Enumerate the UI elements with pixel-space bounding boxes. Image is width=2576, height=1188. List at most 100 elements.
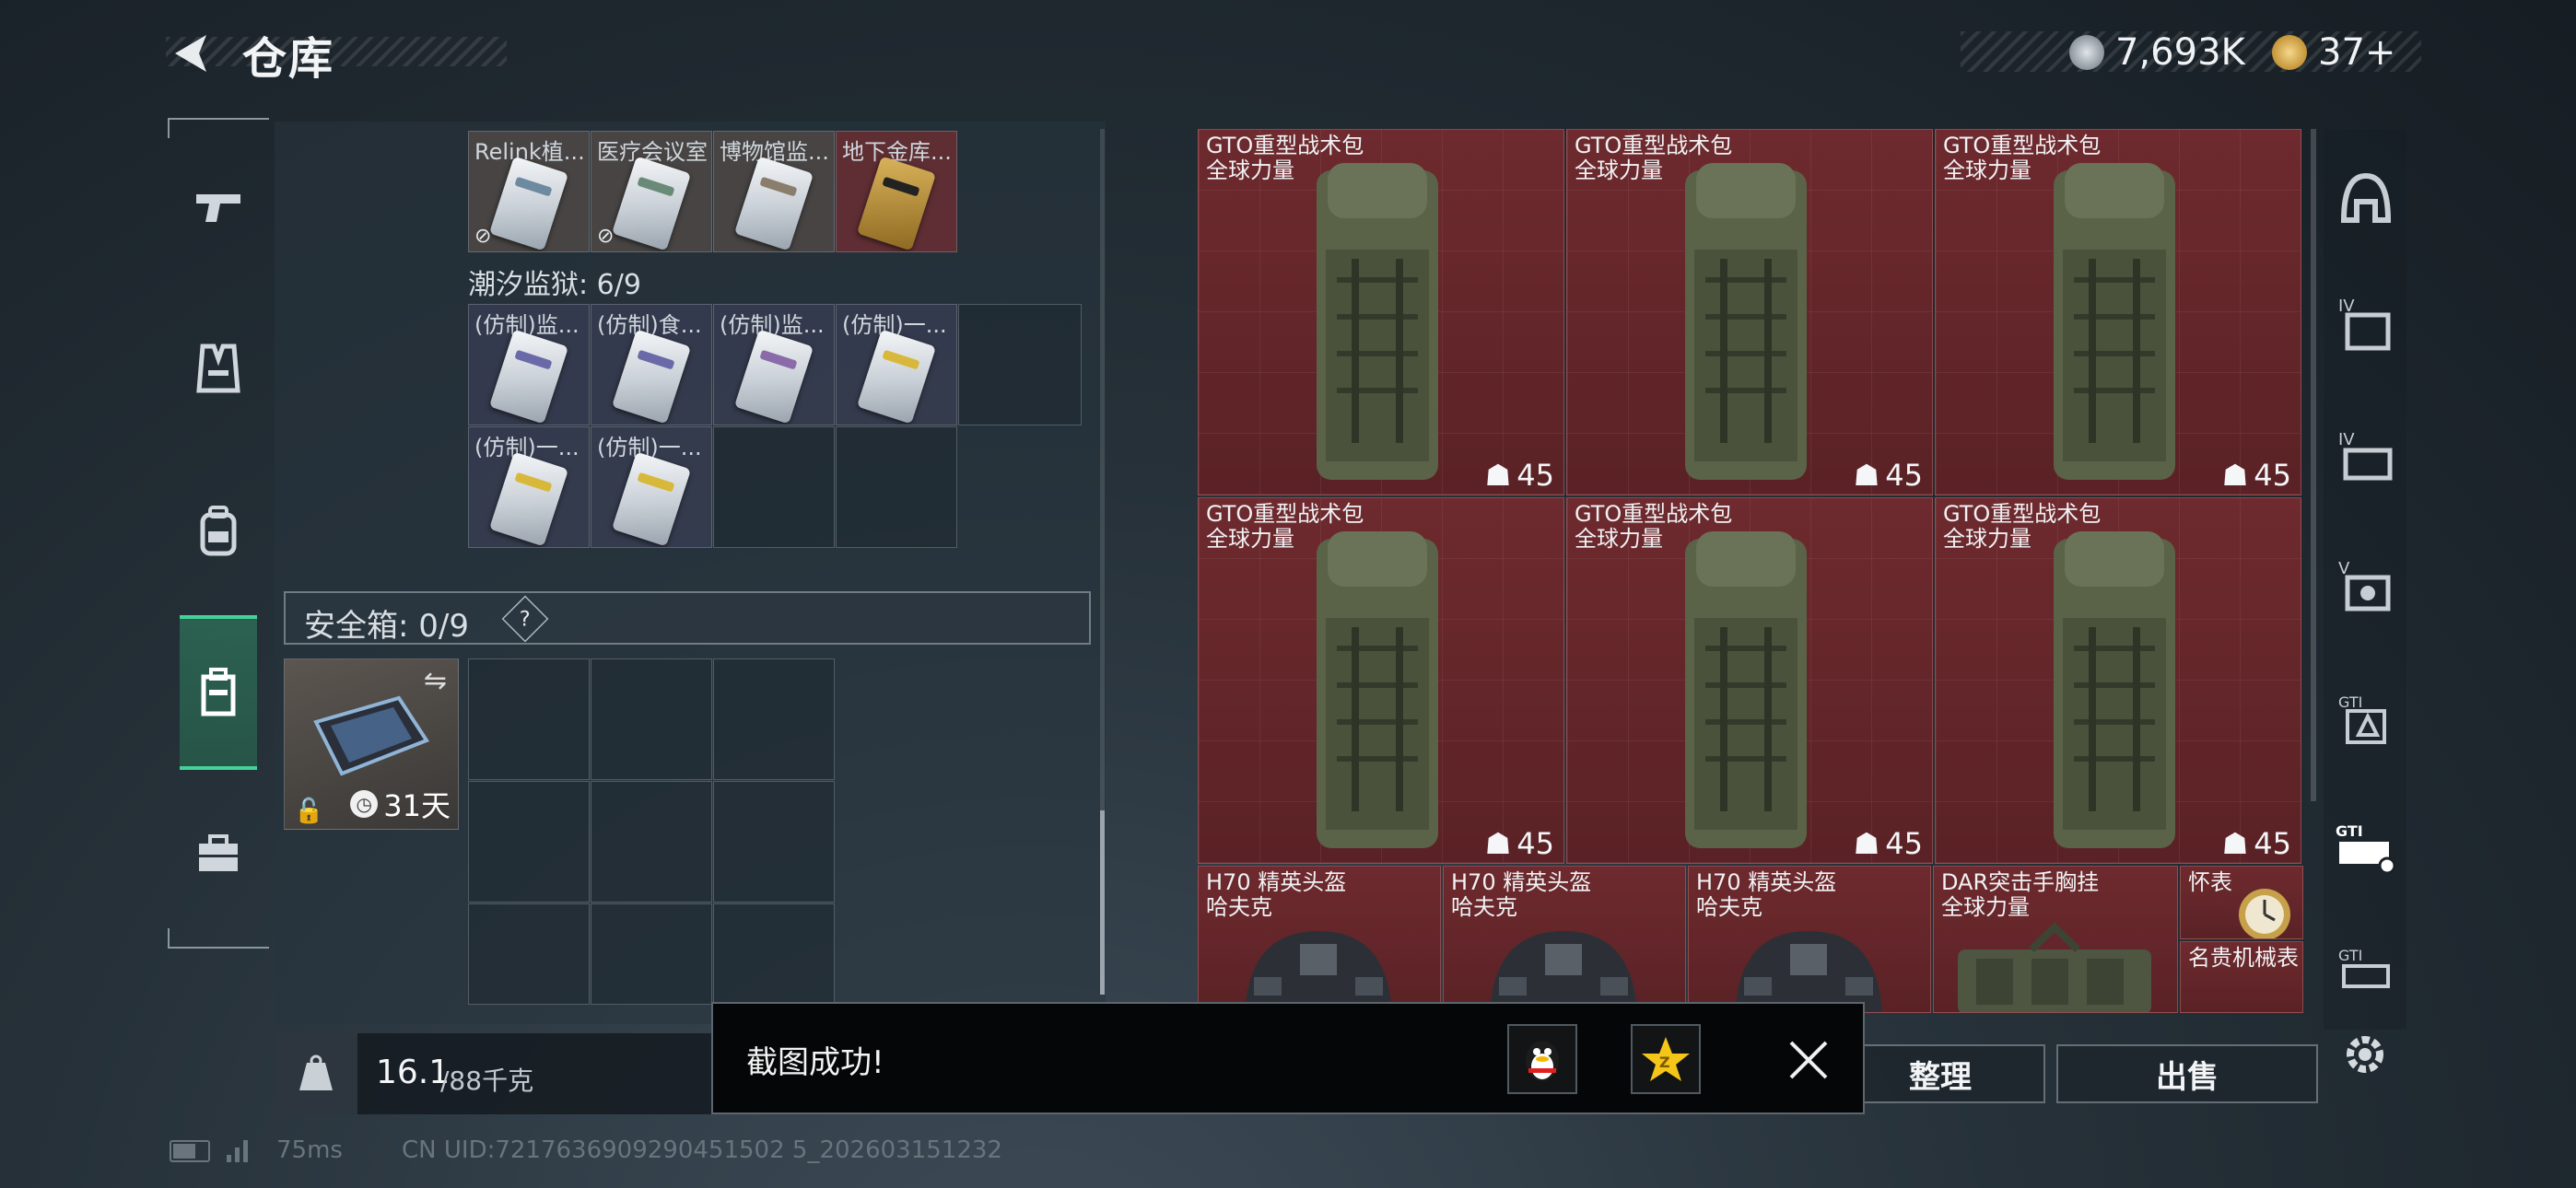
sell-button[interactable]: 出售: [2056, 1044, 2318, 1103]
swap-icon[interactable]: ⇋: [424, 665, 447, 697]
safebox-header: 安全箱: 0/9 ?: [284, 591, 1091, 645]
backpack-item[interactable]: GTO重型战术包 全球力量 ☗ 45: [1198, 129, 1564, 495]
helmet-count-icon: ☗: [1853, 826, 1880, 861]
coin-icon: [2069, 35, 2104, 70]
category-armor-v[interactable]: V: [2329, 543, 2403, 626]
clock-icon: ◷: [350, 790, 379, 818]
close-icon: [1789, 1041, 1828, 1079]
luxury-watch-item[interactable]: 名贵机械表: [2180, 941, 2303, 1013]
currency-primary[interactable]: 7,693K: [2069, 31, 2245, 74]
empty-slot[interactable]: [836, 426, 957, 548]
rig-iv-icon: IV: [2338, 430, 2393, 481]
safebox-item[interactable]: ⇋ 🔓 ◷ 31天: [284, 658, 459, 830]
nav-vest[interactable]: [180, 318, 257, 419]
armor-iv-icon: IV: [2338, 297, 2391, 351]
helmet-item[interactable]: H70 精英头盔 哈夫克: [1198, 866, 1441, 1013]
triangle-coin-icon: [2272, 35, 2307, 70]
svg-text:GTI: GTI: [2338, 693, 2362, 711]
weight-icon: [275, 1033, 357, 1114]
keycard-slot[interactable]: 医疗会议室 ⊘: [591, 131, 712, 252]
empty-slot[interactable]: [468, 903, 590, 1005]
storage-scroll-thumb[interactable]: [1100, 810, 1105, 995]
keycard-slot[interactable]: (仿制)一...: [468, 426, 590, 548]
category-gti-armor[interactable]: GTI: [2329, 677, 2403, 760]
helmet-count-icon: ☗: [1484, 826, 1512, 861]
no-bind-icon: ⊘: [474, 225, 492, 248]
keycard-icon: [488, 329, 569, 425]
qq-penguin-icon: [1526, 1041, 1559, 1081]
backpack-icon: [200, 506, 237, 556]
category-rig-iv[interactable]: IV: [2329, 414, 2403, 497]
nav-backpack[interactable]: [180, 481, 257, 582]
safebox-duration: ◷ 31天: [350, 783, 451, 825]
container-icon: [201, 668, 236, 716]
toast-message: 截图成功!: [746, 1044, 884, 1081]
backpack-item[interactable]: GTO重型战术包 全球力量 ☗ 45: [1198, 497, 1564, 864]
keycard-icon: [611, 451, 692, 547]
keycard-icon: [611, 156, 692, 251]
qzone-star-icon: Z: [1642, 1037, 1690, 1081]
back-button[interactable]: [166, 26, 221, 81]
keycard-slot[interactable]: 地下金库...: [836, 131, 957, 252]
backpack-icon: [2054, 531, 2175, 848]
category-gti-backpack[interactable]: GTI: [2329, 930, 2403, 1013]
gti-armor-icon: GTI: [2338, 693, 2386, 744]
empty-slot[interactable]: [958, 304, 1082, 425]
battery-icon: [170, 1140, 210, 1162]
nav-briefcase[interactable]: [180, 803, 257, 904]
helmet-item[interactable]: H70 精英头盔 哈夫克: [1443, 866, 1686, 1013]
safebox-title: 安全箱: 0/9: [304, 608, 469, 645]
pocket-watch-item[interactable]: 怀表: [2180, 866, 2303, 939]
vest-icon: [196, 344, 240, 393]
back-arrow-icon: [175, 35, 206, 72]
category-gti-rig[interactable]: GTI: [2329, 806, 2403, 889]
keycard-icon: [856, 329, 937, 425]
empty-slot[interactable]: [713, 658, 835, 780]
keycard-slot[interactable]: (仿制)监...: [468, 304, 590, 425]
share-qq-button[interactable]: [1507, 1024, 1577, 1094]
pistol-icon: [196, 194, 240, 222]
empty-slot[interactable]: [713, 903, 835, 1005]
share-qzone-button[interactable]: Z: [1631, 1024, 1701, 1094]
currency-secondary[interactable]: 37+: [2272, 31, 2395, 74]
keycard-slot[interactable]: (仿制)一...: [591, 426, 712, 548]
storage-scrollbar[interactable]: [1100, 129, 1105, 995]
empty-slot[interactable]: [591, 903, 712, 1005]
backpack-icon: [2054, 163, 2175, 480]
empty-slot[interactable]: [591, 781, 712, 903]
svg-text:IV: IV: [2338, 430, 2355, 449]
helmet-item[interactable]: H70 精英头盔 哈夫克: [1688, 866, 1931, 1013]
empty-slot[interactable]: [713, 426, 835, 548]
category-armor-iv[interactable]: IV: [2329, 281, 2403, 364]
keycard-slot[interactable]: Relink植... ⊘: [468, 131, 590, 252]
nav-container[interactable]: [180, 615, 257, 770]
signal-icon: [225, 1136, 252, 1168]
keycard-slot[interactable]: (仿制)一...: [836, 304, 957, 425]
keycard-slot[interactable]: 博物馆监...: [713, 131, 835, 252]
organize-button[interactable]: 整理: [1835, 1044, 2045, 1103]
nav-weapons[interactable]: [180, 157, 257, 258]
chest-rig-item[interactable]: DAR突击手胸挂 全球力量: [1933, 866, 2178, 1013]
backpack-icon: [1317, 163, 1438, 480]
keycard-slot[interactable]: (仿制)食...: [591, 304, 712, 425]
svg-text:GTI: GTI: [2336, 822, 2363, 840]
settings-button[interactable]: [2333, 1022, 2397, 1087]
item-grid-scrollbar[interactable]: [2311, 129, 2316, 801]
empty-slot[interactable]: [468, 658, 590, 780]
ping-text: 75ms: [276, 1136, 343, 1164]
keycard-slot[interactable]: (仿制)监...: [713, 304, 835, 425]
close-toast-button[interactable]: [1786, 1037, 1832, 1083]
backpack-item[interactable]: GTO重型战术包 全球力量 ☗ 45: [1935, 129, 2301, 495]
keycard-icon: [488, 156, 569, 251]
help-button[interactable]: ?: [501, 595, 549, 643]
empty-slot[interactable]: [713, 781, 835, 903]
empty-slot[interactable]: [468, 781, 590, 903]
svg-text:GTI: GTI: [2338, 947, 2362, 964]
helmet-icon: [1490, 931, 1637, 1012]
category-helmet[interactable]: [2329, 157, 2403, 239]
empty-slot[interactable]: [591, 658, 712, 780]
backpack-item[interactable]: GTO重型战术包 全球力量 ☗ 45: [1566, 497, 1933, 864]
backpack-item[interactable]: GTO重型战术包 全球力量 ☗ 45: [1935, 497, 2301, 864]
backpack-item[interactable]: GTO重型战术包 全球力量 ☗ 45: [1566, 129, 1933, 495]
gti-backpack-icon: GTI: [2338, 947, 2390, 988]
